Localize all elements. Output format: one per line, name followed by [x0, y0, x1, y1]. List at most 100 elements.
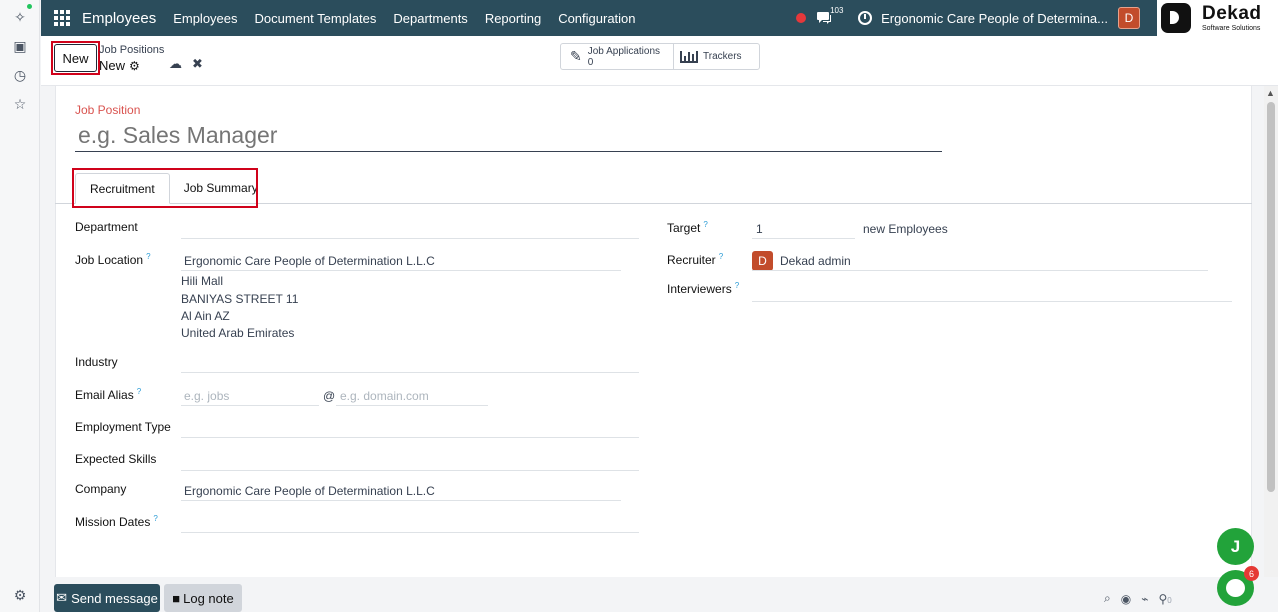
job-location-label: Job Location — [75, 253, 144, 267]
eye-icon[interactable]: ◉ — [1121, 592, 1131, 606]
send-message-label: Send message — [71, 590, 158, 606]
mission-dates-label: Mission Dates — [75, 515, 151, 529]
attachment-count: 0 — [1167, 595, 1172, 605]
app-grid-icon[interactable] — [54, 10, 70, 26]
recruiter-avatar: D — [752, 251, 773, 271]
address-line: Al Ain AZ — [181, 309, 230, 323]
chatter-bar: ✉ Send message ■ Log note ⌕ ◉ ⌁ ⚲0 — [41, 577, 1278, 612]
livechat-badge: 6 — [1244, 566, 1259, 581]
help-icon[interactable]: ? — [137, 387, 141, 396]
messages-count: 103 — [830, 6, 844, 15]
gear-icon[interactable]: ⚙ — [129, 59, 140, 73]
mission-dates-input[interactable] — [181, 532, 639, 533]
new-button[interactable]: New — [54, 44, 97, 72]
email-at-sign: @ — [323, 389, 336, 403]
email-alias-underline — [181, 405, 319, 406]
scrollbar-thumb[interactable] — [1267, 102, 1275, 492]
dekad-logo: Dekad Software Solutions — [1157, 0, 1278, 36]
left-rail: ✧ ▣ ◷ ☆ ⚙ — [0, 0, 40, 612]
star-icon[interactable]: ☆ — [10, 94, 30, 114]
target-input[interactable]: 1 — [756, 222, 763, 236]
menu-reporting[interactable]: Reporting — [485, 11, 541, 26]
recruiter-underline — [752, 270, 1208, 271]
job-applications-button[interactable]: ✎ Job Applications 0 — [561, 44, 674, 69]
messages-icon[interactable]: 103 — [816, 6, 843, 25]
scrollbar[interactable]: ▲ — [1264, 86, 1278, 577]
logo-tagline: Software Solutions — [1202, 25, 1261, 32]
target-label: Target — [667, 221, 701, 235]
logo-name: Dekad — [1202, 3, 1262, 24]
email-domain-underline — [336, 405, 488, 406]
company-label: Company — [75, 482, 127, 496]
email-alias-label: Email Alias — [75, 388, 134, 402]
help-icon[interactable]: ? — [735, 281, 739, 290]
discard-icon[interactable]: ✖ — [192, 56, 203, 72]
job-position-input[interactable] — [75, 120, 942, 152]
job-location-value[interactable]: Ergonomic Care People of Determination L… — [184, 254, 435, 268]
menu-document-templates[interactable]: Document Templates — [255, 11, 377, 26]
settings-gear-icon[interactable]: ⚙ — [10, 585, 30, 605]
employment-type-label: Employment Type — [75, 420, 171, 434]
paperclip-icon[interactable]: ⌁ — [1141, 592, 1148, 606]
chat-face-icon — [1226, 579, 1245, 597]
tabs-highlight — [72, 168, 258, 208]
breadcrumb-job-positions[interactable]: Job Positions — [99, 44, 164, 56]
job-location-underline — [181, 270, 621, 271]
menu-configuration[interactable]: Configuration — [558, 11, 635, 26]
app-title[interactable]: Employees — [82, 10, 156, 27]
menu-employees[interactable]: Employees — [173, 11, 237, 26]
save-cloud-icon[interactable]: ☁ — [169, 56, 182, 72]
user-avatar[interactable]: D — [1118, 7, 1140, 29]
interviewers-label: Interviewers — [667, 282, 732, 296]
sparkle-icon[interactable]: ✧ — [10, 7, 30, 27]
inbox-icon[interactable]: ▣ — [10, 36, 30, 56]
expected-skills-input[interactable] — [181, 470, 639, 471]
department-input[interactable] — [181, 238, 639, 239]
job-applications-count: 0 — [587, 56, 594, 68]
email-domain-input[interactable]: e.g. domain.com — [340, 389, 429, 403]
company-switcher[interactable]: Ergonomic Care People of Determina... — [881, 11, 1108, 26]
department-label: Department — [75, 220, 138, 234]
history-icon[interactable]: ◷ — [10, 65, 30, 85]
employment-type-input[interactable] — [181, 437, 639, 438]
recruiter-value[interactable]: Dekad admin — [780, 254, 851, 268]
interviewers-input[interactable] — [752, 301, 1232, 302]
address-line: Hili Mall — [181, 274, 223, 288]
target-underline — [752, 238, 855, 239]
activity-clock-icon[interactable] — [858, 11, 873, 25]
recruiter-label: Recruiter — [667, 253, 716, 267]
log-note-button[interactable]: ■ Log note — [164, 584, 242, 612]
help-icon[interactable]: ? — [153, 514, 157, 523]
help-icon[interactable]: ? — [719, 252, 723, 261]
pencil-icon: ✎ — [570, 48, 582, 64]
target-suffix: new Employees — [863, 222, 948, 236]
industry-label: Industry — [75, 355, 118, 369]
envelope-icon: ✉ — [56, 590, 68, 605]
help-icon[interactable]: ? — [146, 252, 150, 261]
top-navbar: Employees Employees Document Templates D… — [41, 0, 1157, 36]
log-note-label: Log note — [183, 590, 234, 606]
recording-indicator[interactable] — [796, 13, 807, 23]
industry-input[interactable] — [181, 372, 639, 373]
address-line: BANIYAS STREET 11 — [181, 292, 299, 306]
email-alias-input[interactable]: e.g. jobs — [184, 389, 229, 403]
job-position-label: Job Position — [75, 103, 141, 117]
help-icon[interactable]: ? — [703, 220, 707, 229]
breadcrumb-current: New — [99, 58, 126, 73]
bar-chart-icon — [680, 50, 698, 63]
control-panel: New Job Positions New ⚙ ☁ ✖ ✎ Job Applic… — [41, 36, 1278, 86]
send-message-button[interactable]: ✉ Send message — [54, 584, 160, 612]
address-line: United Arab Emirates — [181, 326, 295, 340]
expected-skills-label: Expected Skills — [75, 452, 157, 466]
scroll-up-icon[interactable]: ▲ — [1266, 88, 1275, 98]
trackers-button[interactable]: Trackers — [674, 44, 742, 69]
dekad-logo-mark-icon — [1161, 3, 1191, 33]
job-applications-label: Job Applications — [587, 45, 661, 57]
floating-user-button[interactable]: J — [1217, 528, 1254, 565]
note-icon: ■ — [172, 590, 181, 606]
search-icon[interactable]: ⌕ — [1104, 591, 1111, 606]
trackers-label: Trackers — [703, 51, 742, 62]
company-value[interactable]: Ergonomic Care People of Determination L… — [184, 484, 435, 498]
follower-icon[interactable]: ⚲0 — [1158, 592, 1181, 606]
menu-departments[interactable]: Departments — [393, 11, 467, 26]
